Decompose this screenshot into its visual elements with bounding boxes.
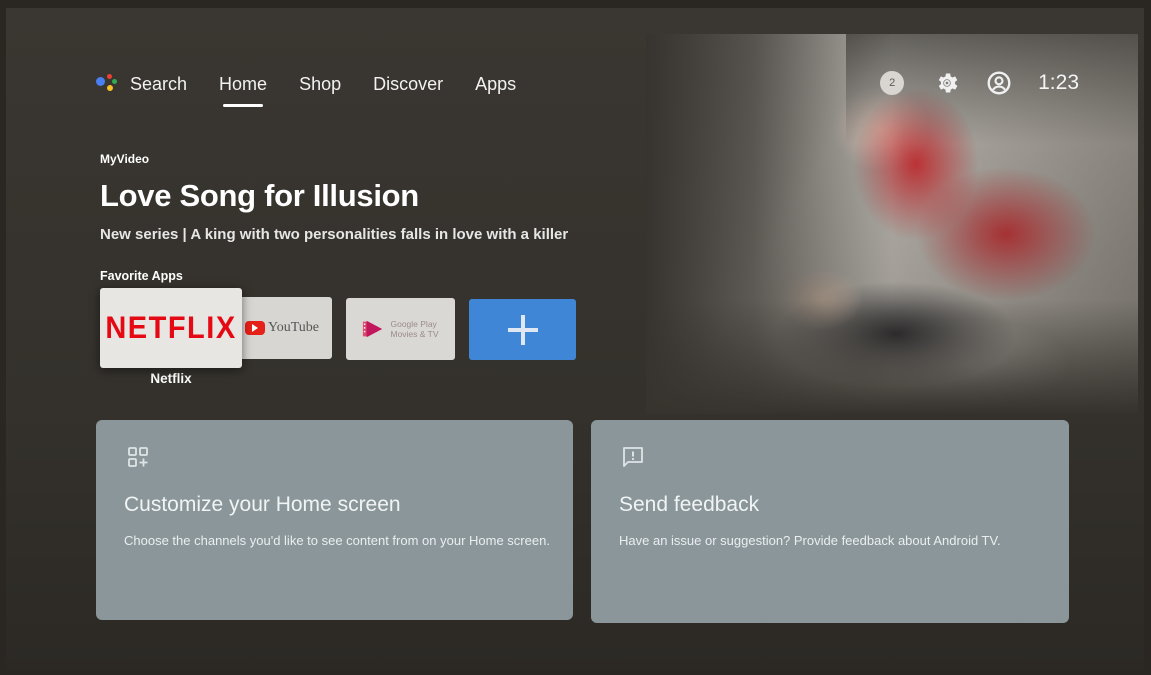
favorite-apps-label: Favorite Apps	[100, 269, 183, 283]
app-tile-netflix[interactable]: NETFLIX	[100, 288, 242, 368]
settings-gear-icon[interactable]	[934, 70, 960, 96]
account-icon[interactable]	[986, 70, 1012, 96]
status-area: 2 1:23	[880, 70, 1079, 96]
google-assistant-icon	[96, 74, 118, 94]
featured-subtitle: New series | A king with two personaliti…	[100, 226, 569, 243]
feedback-icon	[623, 447, 643, 467]
tab-shop[interactable]: Shop	[299, 74, 341, 95]
google-play-movies-logo-text: Google Play Movies & TV	[390, 319, 439, 339]
google-play-movies-icon	[363, 320, 383, 338]
send-feedback-title: Send feedback	[619, 493, 760, 516]
tab-apps[interactable]: Apps	[475, 74, 516, 95]
customize-home-title: Customize your Home screen	[124, 493, 401, 516]
customize-home-card[interactable]: Customize your Home screen Choose the ch…	[96, 420, 573, 620]
search-label: Search	[130, 73, 188, 94]
netflix-logo: NETFLIX	[105, 309, 237, 346]
top-nav: Search Home Shop Discover Apps	[96, 64, 548, 107]
content-provider: MyVideo	[100, 152, 150, 166]
customize-home-description: Choose the channels you'd like to see co…	[124, 533, 550, 548]
add-app-button[interactable]	[469, 299, 576, 360]
tab-home[interactable]: Home	[219, 74, 267, 107]
send-feedback-card[interactable]: Send feedback Have an issue or suggestio…	[591, 420, 1069, 623]
app-tile-google-play-movies[interactable]: Google Play Movies & TV	[346, 298, 455, 360]
send-feedback-description: Have an issue or suggestion? Provide fee…	[619, 533, 1001, 548]
featured-title[interactable]: Love Song for Illusion	[100, 178, 419, 214]
customize-grid-icon	[128, 447, 148, 467]
youtube-logo-text: YouTube	[268, 320, 319, 335]
youtube-play-icon	[245, 321, 265, 335]
plus-icon	[507, 314, 538, 345]
notification-badge[interactable]: 2	[880, 71, 905, 95]
app-tile-youtube[interactable]: YouTube	[232, 297, 332, 359]
tab-discover[interactable]: Discover	[373, 74, 443, 95]
focused-app-caption: Netflix	[150, 371, 192, 386]
search-button[interactable]: Search	[96, 74, 187, 95]
clock: 1:23	[1038, 71, 1079, 94]
